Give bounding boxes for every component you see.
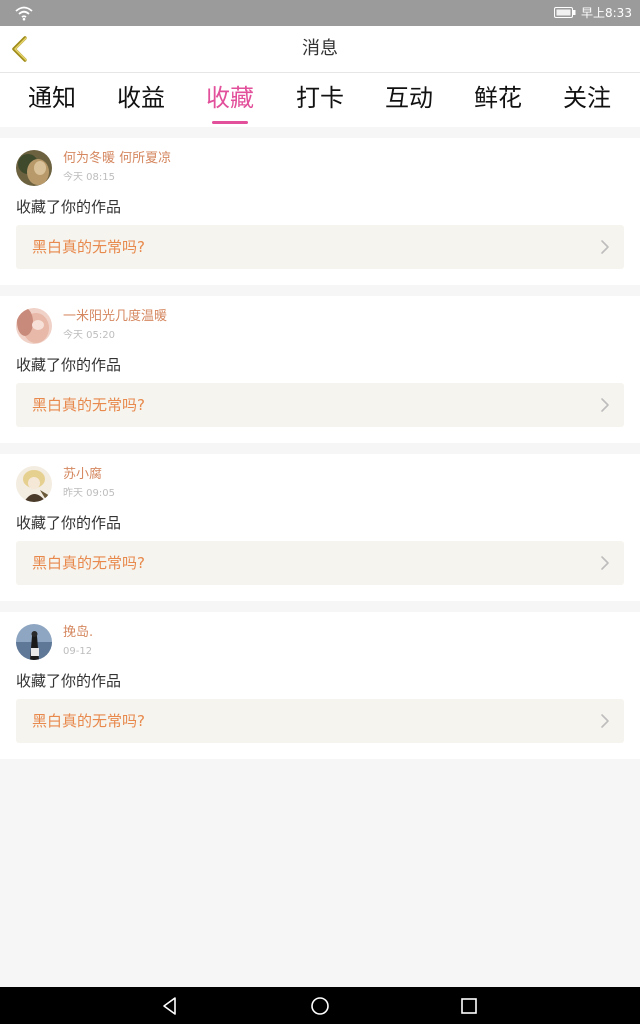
chevron-right-icon — [601, 714, 609, 728]
action-text: 收藏了你的作品 — [16, 198, 122, 216]
tab-earnings[interactable]: 收益 — [101, 83, 181, 113]
circle-home-icon[interactable] — [309, 995, 331, 1017]
message-card: 一米阳光几度温暖 今天 05:20 收藏了你的作品 黑白真的无常吗? — [0, 296, 640, 443]
message-card: 苏小腐 昨天 09:05 收藏了你的作品 黑白真的无常吗? — [0, 454, 640, 601]
avatar[interactable] — [16, 466, 52, 502]
action-text: 收藏了你的作品 — [16, 672, 122, 690]
square-recents-icon[interactable] — [458, 995, 480, 1017]
avatar[interactable] — [16, 624, 52, 660]
timestamp: 今天 08:15 — [63, 172, 115, 183]
message-card: 何为冬暖 何所夏凉 今天 08:15 收藏了你的作品 黑白真的无常吗? — [0, 138, 640, 285]
username[interactable]: 何为冬暖 何所夏凉 — [63, 151, 171, 167]
work-link[interactable]: 黑白真的无常吗? — [16, 541, 624, 585]
timestamp: 今天 05:20 — [63, 330, 115, 341]
tab-interaction[interactable]: 互动 — [369, 83, 449, 113]
clock-text: 早上8:33 — [581, 6, 632, 20]
tab-favorites[interactable]: 收藏 — [190, 83, 270, 113]
work-link[interactable]: 黑白真的无常吗? — [16, 225, 624, 269]
tab-flowers[interactable]: 鲜花 — [458, 83, 538, 113]
username[interactable]: 一米阳光几度温暖 — [63, 309, 167, 325]
message-card: 挽岛. 09-12 收藏了你的作品 黑白真的无常吗? — [0, 612, 640, 759]
page-title: 消息 — [302, 38, 338, 59]
work-title: 黑白真的无常吗? — [32, 238, 145, 256]
tab-notifications[interactable]: 通知 — [12, 83, 92, 113]
username[interactable]: 苏小腐 — [63, 467, 102, 483]
work-link[interactable]: 黑白真的无常吗? — [16, 383, 624, 427]
tab-bar: 通知 收益 收藏 打卡 互动 鲜花 关注 — [0, 73, 640, 127]
chevron-right-icon — [601, 556, 609, 570]
action-text: 收藏了你的作品 — [16, 514, 122, 532]
work-title: 黑白真的无常吗? — [32, 712, 145, 730]
system-nav-bar — [0, 987, 640, 1024]
header-bar: 消息 — [0, 26, 640, 73]
timestamp: 昨天 09:05 — [63, 488, 115, 499]
avatar[interactable] — [16, 308, 52, 344]
tab-following[interactable]: 关注 — [547, 83, 627, 113]
avatar[interactable] — [16, 150, 52, 186]
active-tab-indicator — [212, 121, 248, 124]
timestamp: 09-12 — [63, 646, 93, 657]
battery-icon — [554, 7, 576, 18]
chevron-right-icon — [601, 398, 609, 412]
chevron-right-icon — [601, 240, 609, 254]
status-bar: 早上8:33 — [0, 0, 640, 26]
action-text: 收藏了你的作品 — [16, 356, 122, 374]
wifi-icon — [15, 6, 33, 21]
work-title: 黑白真的无常吗? — [32, 554, 145, 572]
tab-checkin[interactable]: 打卡 — [280, 83, 360, 113]
username[interactable]: 挽岛. — [63, 625, 93, 641]
work-title: 黑白真的无常吗? — [32, 396, 145, 414]
triangle-back-icon[interactable] — [159, 995, 181, 1017]
work-link[interactable]: 黑白真的无常吗? — [16, 699, 624, 743]
